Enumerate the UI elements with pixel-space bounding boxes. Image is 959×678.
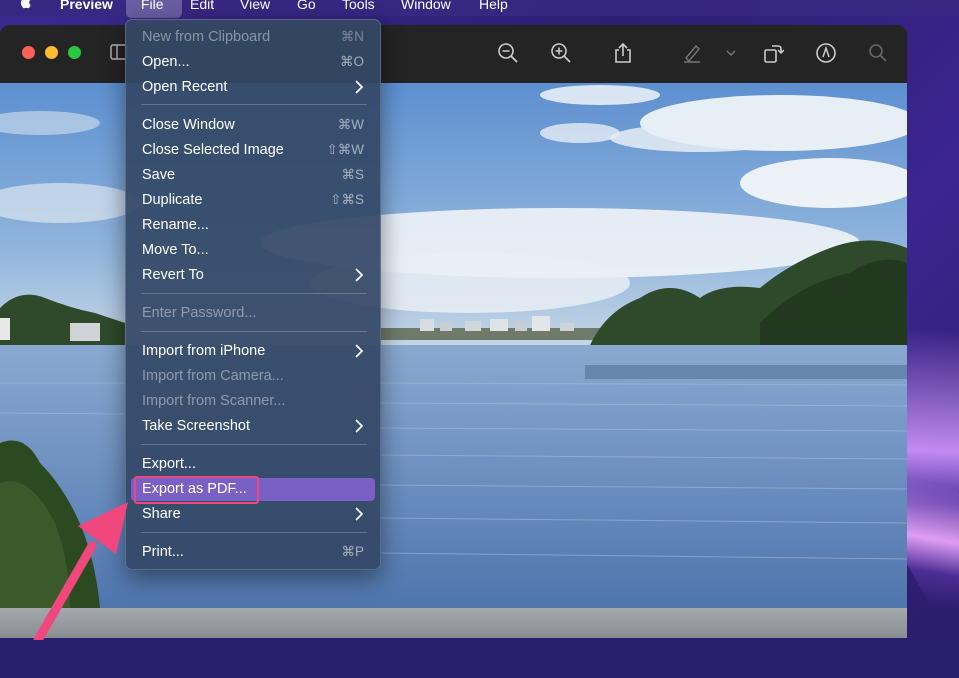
menu-item-print[interactable]: Print... ⌘P bbox=[131, 541, 375, 564]
menu-item-label: New from Clipboard bbox=[142, 29, 271, 45]
menu-item-label: Share bbox=[142, 506, 181, 522]
minimize-window-button[interactable] bbox=[45, 46, 58, 59]
menu-item-shortcut: ⌘O bbox=[339, 54, 364, 69]
menu-item-share[interactable]: Share bbox=[131, 503, 375, 526]
menu-item-shortcut: ⌘P bbox=[341, 544, 364, 559]
menu-app-name[interactable]: Preview bbox=[60, 0, 113, 12]
menu-item-export[interactable]: Export... bbox=[131, 453, 375, 476]
menu-item-label: Move To... bbox=[142, 242, 209, 258]
menu-separator bbox=[141, 104, 367, 105]
menu-item-rename[interactable]: Rename... bbox=[131, 214, 375, 237]
menu-item-label: Import from Scanner... bbox=[142, 393, 286, 409]
menu-separator bbox=[141, 293, 367, 294]
menu-item-new-from-clipboard: New from Clipboard ⌘N bbox=[131, 26, 375, 49]
menu-item-label: Export... bbox=[142, 456, 196, 472]
chevron-right-icon bbox=[355, 344, 363, 358]
chevron-right-icon bbox=[355, 419, 363, 433]
menu-file[interactable]: File bbox=[141, 0, 164, 12]
menu-help[interactable]: Help bbox=[479, 0, 508, 12]
highlight-pen-icon[interactable] bbox=[681, 42, 703, 64]
menu-edit[interactable]: Edit bbox=[190, 0, 214, 12]
menu-item-label: Duplicate bbox=[142, 192, 203, 208]
chevron-right-icon bbox=[355, 268, 363, 282]
menu-window[interactable]: Window bbox=[401, 0, 451, 12]
menu-separator bbox=[141, 444, 367, 445]
menu-item-label: Take Screenshot bbox=[142, 418, 251, 434]
menu-bar: Preview File Edit View Go Tools Window H… bbox=[0, 0, 959, 18]
menu-item-revert-to[interactable]: Revert To bbox=[131, 264, 375, 287]
menu-item-label: Open... bbox=[142, 54, 190, 70]
menu-go[interactable]: Go bbox=[297, 0, 316, 12]
menu-item-save[interactable]: Save ⌘S bbox=[131, 164, 375, 187]
fullscreen-window-button[interactable] bbox=[68, 46, 81, 59]
apple-icon[interactable] bbox=[18, 0, 34, 10]
menu-item-shortcut: ⌘S bbox=[341, 167, 364, 182]
menu-item-label: Enter Password... bbox=[142, 305, 257, 321]
zoom-out-icon[interactable] bbox=[497, 42, 519, 64]
chevron-right-icon bbox=[355, 507, 363, 521]
menu-item-close-window[interactable]: Close Window ⌘W bbox=[131, 114, 375, 137]
share-icon[interactable] bbox=[612, 42, 634, 64]
rotate-icon[interactable] bbox=[762, 42, 784, 64]
menu-item-label: Import from iPhone bbox=[142, 343, 266, 359]
menu-item-open[interactable]: Open... ⌘O bbox=[131, 51, 375, 74]
menu-item-label: Rename... bbox=[142, 217, 209, 233]
zoom-in-icon[interactable] bbox=[550, 42, 572, 64]
menu-view[interactable]: View bbox=[240, 0, 270, 12]
menu-item-enter-password: Enter Password... bbox=[131, 302, 375, 325]
menu-item-label: Close Selected Image bbox=[142, 142, 284, 158]
menu-item-import-from-camera: Import from Camera... bbox=[131, 365, 375, 388]
close-window-button[interactable] bbox=[22, 46, 35, 59]
menu-item-shortcut: ⇧⌘W bbox=[326, 142, 364, 157]
menu-item-label: Close Window bbox=[142, 117, 235, 133]
search-icon[interactable] bbox=[867, 42, 889, 64]
menu-item-label: Open Recent bbox=[142, 79, 228, 95]
menu-item-shortcut: ⌘N bbox=[340, 29, 364, 44]
menu-item-move-to[interactable]: Move To... bbox=[131, 239, 375, 262]
menu-item-label: Print... bbox=[142, 544, 184, 560]
annotation-highlight-box bbox=[134, 476, 259, 504]
menu-item-shortcut: ⌘W bbox=[337, 117, 364, 132]
markup-icon[interactable] bbox=[815, 42, 837, 64]
menu-item-shortcut: ⇧⌘S bbox=[330, 192, 364, 207]
menu-item-label: Import from Camera... bbox=[142, 368, 284, 384]
menu-separator bbox=[141, 331, 367, 332]
menu-tools[interactable]: Tools bbox=[342, 0, 375, 12]
menu-item-close-selected-image[interactable]: Close Selected Image ⇧⌘W bbox=[131, 139, 375, 162]
menu-item-label: Revert To bbox=[142, 267, 204, 283]
chevron-right-icon bbox=[355, 80, 363, 94]
menu-item-open-recent[interactable]: Open Recent bbox=[131, 76, 375, 99]
menu-item-take-screenshot[interactable]: Take Screenshot bbox=[131, 415, 375, 438]
chevron-down-icon[interactable] bbox=[724, 42, 738, 64]
menu-item-label: Save bbox=[142, 167, 176, 183]
menu-item-duplicate[interactable]: Duplicate ⇧⌘S bbox=[131, 189, 375, 212]
annotation-arrow-icon bbox=[33, 502, 128, 640]
menu-separator bbox=[141, 532, 367, 533]
menu-item-import-from-iphone[interactable]: Import from iPhone bbox=[131, 340, 375, 363]
menu-item-import-from-scanner: Import from Scanner... bbox=[131, 390, 375, 413]
